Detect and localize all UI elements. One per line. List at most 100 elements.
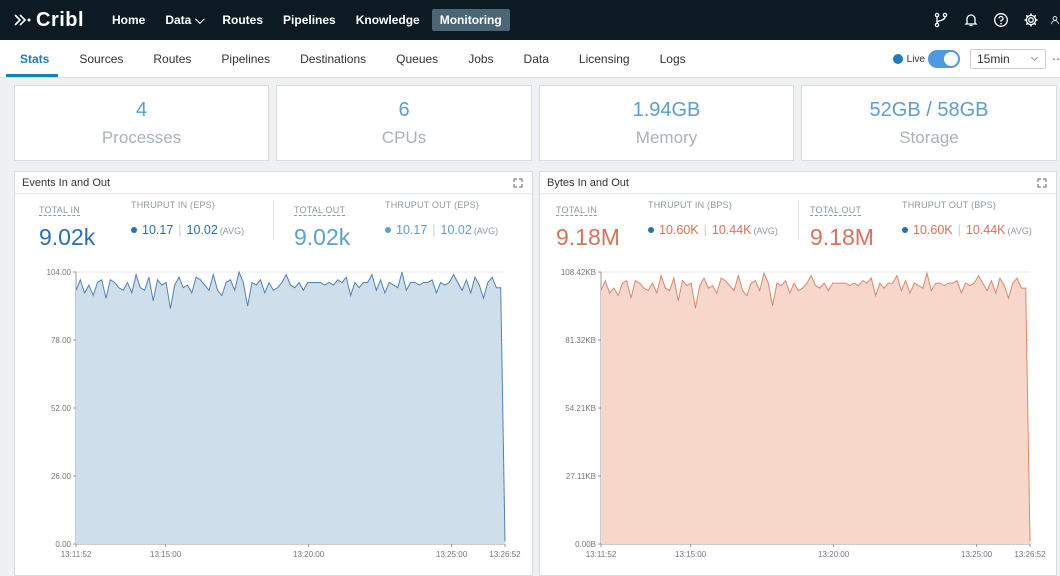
storage-card: 52GB / 58GB Storage (801, 85, 1057, 161)
tab-pipelines-label: Pipelines (221, 51, 271, 66)
nav-knowledge-label: Knowledge (355, 13, 420, 27)
cpus-card: 6 CPUs (276, 85, 532, 161)
series-dot-icon (131, 227, 137, 233)
events-thruput-in-row: 10.17 | 10.02 (AVG) (131, 223, 244, 237)
events-chart-y-tick-label: 78.00 (51, 336, 72, 345)
live-indicator-icon (892, 54, 903, 64)
events-thruput-out-avg: 10.02 (440, 223, 472, 237)
gear-icon[interactable] (1020, 9, 1042, 31)
bytes-thruput-out-label: THRUPUT OUT (BPS) (902, 200, 997, 210)
tab-queues-label: Queues (396, 51, 439, 66)
bytes-total-in: TOTAL IN 9.18M (556, 200, 620, 251)
tab-sources-label: Sources (79, 51, 124, 66)
events-chart-area (76, 272, 505, 544)
events-chart-x-tick-label: 13:11:52 (61, 550, 92, 559)
nav-knowledge[interactable]: Knowledge (348, 9, 428, 31)
events-thruput-out-row: 10.17 | 10.02 (AVG) (385, 223, 498, 237)
tab-sources[interactable]: Sources (64, 40, 138, 77)
bytes-panel-title: Bytes In and Out (547, 176, 629, 189)
bytes-thruput-in-value: 10.60K (659, 223, 699, 237)
events-chart-y-tick-label: 26.00 (51, 472, 72, 481)
bytes-thruput-in: THRUPUT IN (BPS) 10.60K | 10.44K (AVG) (648, 200, 778, 237)
top-icons (922, 0, 1060, 40)
live-controls: Live 15min ⋯ (892, 40, 1060, 78)
tab-queues[interactable]: Queues (381, 40, 453, 77)
tab-routes[interactable]: Routes (138, 40, 206, 77)
tab-destinations-label: Destinations (300, 51, 367, 66)
expand-icon[interactable] (1036, 177, 1048, 189)
nav-pipelines[interactable]: Pipelines (275, 9, 344, 31)
events-total-out-value: 9.02k (294, 224, 351, 250)
tab-pipelines[interactable]: Pipelines (206, 40, 285, 77)
live-toggle[interactable] (928, 50, 960, 68)
bell-icon[interactable] (960, 9, 982, 31)
bytes-thruput-out-avg: 10.44K (965, 223, 1006, 237)
avg-label: (AVG) (1007, 226, 1032, 236)
bytes-thruput-out-row: 10.60K | 10.44K (AVG) (902, 223, 1032, 237)
nav-monitoring-label: Monitoring (439, 13, 502, 27)
help-icon[interactable] (990, 9, 1012, 31)
events-chart-x-tick-label: 13:25:00 (436, 550, 468, 559)
bytes-chart-x-tick-label: 13:25:00 (961, 550, 993, 559)
series-dot-icon (902, 227, 908, 233)
events-chart-x-tick-label: 13:20:00 (293, 550, 325, 559)
tab-logs[interactable]: Logs (645, 40, 701, 77)
user-icon[interactable] (1050, 9, 1060, 31)
events-chart-y-tick-label: 104.00 (47, 268, 72, 277)
time-range-select[interactable]: 15min (970, 49, 1046, 69)
nav-monitoring[interactable]: Monitoring (431, 9, 510, 31)
bytes-chart-x-tick-label: 13:15:00 (675, 550, 707, 559)
events-chart: 0.00 26.00 52.00 78.00 104.00 13:11:52 13:15:0… (47, 268, 522, 559)
divider (798, 200, 799, 240)
chevron-down-icon (195, 13, 206, 24)
events-panel-header: Events In and Out (15, 172, 532, 194)
divider (273, 200, 274, 240)
bytes-chart-x-tick-label: 13:11:52 (586, 550, 617, 559)
branch-icon[interactable] (930, 9, 952, 31)
chevron-down-icon (1030, 53, 1039, 62)
events-thruput-out-value: 10.17 (396, 223, 428, 237)
live-label: Live (906, 53, 925, 65)
nav-home-label: Home (112, 13, 146, 27)
events-thruput-in-value: 10.17 (142, 223, 174, 237)
nav-data[interactable]: Data (157, 9, 210, 31)
memory-label: Memory (635, 128, 698, 147)
tab-stats[interactable]: Stats (0, 40, 64, 77)
bytes-chart: 0.00B 27.11KB 54.21KB 81.32KB 108.42KB 13:11:… (561, 268, 1046, 559)
bytes-thruput-out: THRUPUT OUT (BPS) 10.60K | 10.44K (AVG) (902, 200, 1032, 237)
tab-licensing-label: Licensing (578, 51, 630, 66)
events-thruput-out: THRUPUT OUT (EPS) 10.17 | 10.02 (AVG) (385, 200, 498, 237)
events-thruput-in-label: THRUPUT IN (EPS) (131, 200, 216, 210)
avg-label: (AVG) (219, 226, 245, 236)
processes-card: 4 Processes (14, 85, 269, 161)
events-chart-y-tick-label: 0.00 (55, 540, 71, 549)
cpus-label: CPUs (381, 128, 427, 147)
events-panel-title: Events In and Out (22, 176, 111, 189)
tab-jobs[interactable]: Jobs (453, 40, 508, 77)
tab-data-label: Data (523, 51, 549, 66)
nav-routes-label: Routes (222, 13, 264, 27)
tab-data[interactable]: Data (509, 40, 564, 77)
separator: | (703, 223, 707, 237)
events-total-out-label: TOTAL OUT (294, 205, 346, 216)
processes-value: 4 (135, 99, 148, 121)
bytes-thruput-out-value: 10.60K (913, 223, 953, 237)
nav-routes[interactable]: Routes (214, 9, 271, 31)
expand-icon[interactable] (512, 177, 524, 189)
separator: | (957, 223, 961, 237)
cribl-logo[interactable]: Cribl (14, 9, 94, 32)
tab-destinations[interactable]: Destinations (285, 40, 381, 77)
more-icon[interactable]: ⋯ (1052, 52, 1060, 66)
bytes-panel-header: Bytes In and Out (540, 172, 1056, 194)
avg-label: (AVG) (753, 226, 778, 236)
top-navbar: Cribl Home Data Routes Pipelines Knowled… (0, 0, 1060, 40)
nav-home[interactable]: Home (104, 9, 153, 31)
logo-text: Cribl (36, 8, 85, 31)
bytes-chart-area (601, 273, 1030, 544)
events-thruput-in-avg: 10.02 (186, 223, 218, 237)
bytes-thruput-in-row: 10.60K | 10.44K (AVG) (648, 223, 778, 237)
tab-licensing[interactable]: Licensing (564, 40, 645, 77)
top-nav-menu: Home Data Routes Pipelines Knowledge Mon… (104, 9, 514, 31)
separator: | (178, 223, 182, 237)
events-total-in: TOTAL IN 9.02k (39, 200, 95, 251)
